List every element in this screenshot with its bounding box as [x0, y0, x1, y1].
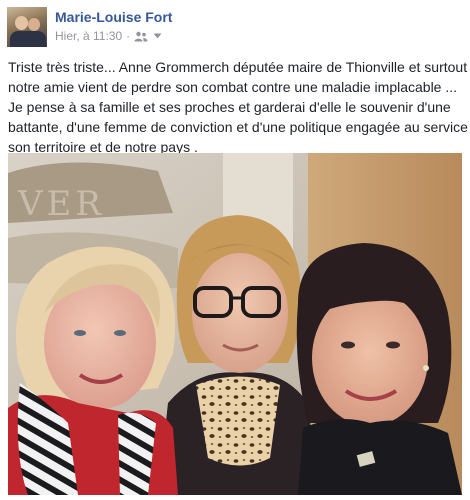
post-text-line: battante, d'une femme de conviction et d… [8, 119, 470, 135]
author-avatar[interactable] [7, 7, 47, 47]
post-text-line: Triste très triste... Anne Grommerch dép… [8, 59, 468, 75]
woman-right-face [312, 290, 428, 426]
post-text-line: Je pense à sa famille et ses proches et … [8, 99, 451, 115]
woman-left-eye [74, 330, 86, 336]
post-meta: Hier, à 11:30 · [55, 29, 162, 43]
photo-sign-text: VER [17, 184, 105, 224]
post-timestamp[interactable]: Hier, à 11:30 [55, 29, 122, 43]
avatar-figure-body [10, 31, 46, 47]
meta-separator: · [126, 29, 131, 43]
facebook-post: Marie-Louise Fort Hier, à 11:30 · Triste… [0, 0, 470, 500]
woman-right-eye [386, 341, 400, 349]
post-photo[interactable]: VER [8, 153, 462, 495]
author-name[interactable]: Marie-Louise Fort [55, 9, 172, 25]
post-text-line: notre amie vient de perdre son combat co… [8, 79, 458, 95]
friends-icon[interactable] [134, 31, 148, 42]
avatar-figure-face [15, 16, 28, 30]
woman-left-eye [114, 330, 126, 336]
woman-middle-face [192, 253, 288, 373]
woman-right-earring [423, 365, 429, 371]
post-text: Triste très triste... Anne Grommerch dép… [8, 57, 470, 157]
selfie-illustration: VER [8, 153, 462, 495]
avatar-figure-face-2 [28, 18, 40, 31]
chevron-down-icon[interactable] [153, 33, 162, 39]
woman-middle-scarf [196, 376, 280, 466]
woman-right-eye [341, 341, 355, 349]
woman-right-coat [298, 419, 462, 495]
